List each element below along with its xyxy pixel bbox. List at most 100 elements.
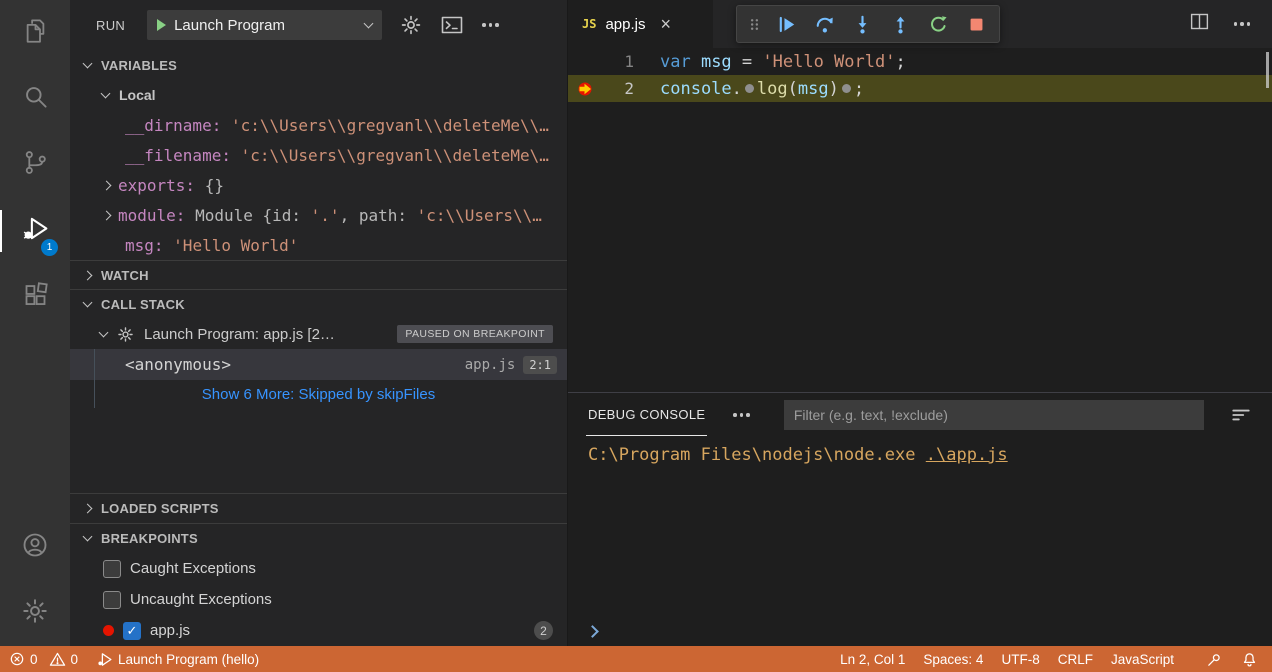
chevron-down-icon bbox=[101, 88, 111, 98]
line-number: 1 bbox=[602, 52, 634, 71]
debug-console-icon[interactable] bbox=[440, 13, 464, 37]
editor-area: JS app.js × bbox=[567, 0, 1272, 646]
source-control-icon bbox=[22, 149, 49, 181]
section-watch[interactable]: WATCH bbox=[70, 260, 567, 289]
paused-breakpoint-gutter[interactable] bbox=[568, 81, 602, 97]
breakpoint-uncaught-exceptions: Uncaught Exceptions bbox=[70, 584, 567, 615]
split-editor-icon[interactable] bbox=[1189, 11, 1210, 37]
warning-icon bbox=[49, 651, 66, 668]
variables-scope-local[interactable]: Local bbox=[70, 80, 567, 110]
activity-extensions[interactable] bbox=[0, 264, 70, 330]
activity-search[interactable] bbox=[0, 66, 70, 132]
frame-position-badge: 2:1 bbox=[523, 356, 557, 374]
breakpoint-dot-icon bbox=[103, 625, 114, 636]
launch-config-dropdown[interactable]: Launch Program bbox=[147, 10, 382, 40]
repl-prompt-icon bbox=[586, 625, 599, 638]
console-filter-input[interactable] bbox=[784, 400, 1204, 430]
indentation-status[interactable]: Spaces: 4 bbox=[914, 646, 992, 672]
pin-status[interactable] bbox=[1197, 646, 1232, 672]
console-output-file-link[interactable]: .\app.js bbox=[926, 445, 1008, 465]
section-call-stack[interactable]: CALL STACK bbox=[70, 289, 567, 319]
debug-toolbar bbox=[736, 5, 1000, 43]
status-bar-left: 0 0 Launch Program (hello) bbox=[0, 646, 268, 672]
close-tab-icon[interactable]: × bbox=[660, 15, 671, 33]
sidebar-empty-space bbox=[70, 408, 567, 493]
active-debug-session-status[interactable]: Launch Program (hello) bbox=[87, 646, 268, 672]
more-actions-icon[interactable] bbox=[482, 23, 499, 27]
language-mode-status[interactable]: JavaScript bbox=[1102, 646, 1183, 672]
editor-scrollbar-thumb[interactable] bbox=[1266, 52, 1269, 88]
inline-breakpoint-candidate-icon[interactable] bbox=[842, 84, 851, 93]
tab-debug-console[interactable]: DEBUG CONSOLE bbox=[586, 394, 707, 436]
breakpoint-line-badge: 2 bbox=[534, 621, 553, 640]
debug-session-count-badge: 1 bbox=[41, 239, 58, 256]
inline-breakpoint-candidate-icon[interactable] bbox=[745, 84, 754, 93]
panel-more-tabs-icon[interactable] bbox=[733, 413, 750, 417]
call-stack-session[interactable]: Launch Program: app.js [2… PAUSED ON BRE… bbox=[70, 319, 567, 349]
continue-button[interactable] bbox=[771, 9, 801, 39]
error-icon bbox=[9, 651, 25, 667]
frame-file-label: app.js bbox=[465, 357, 516, 373]
variable-dirname[interactable]: __dirname: 'c:\\Users\\gregvanl\\deleteM… bbox=[70, 110, 567, 140]
activity-settings[interactable] bbox=[0, 580, 70, 646]
appjs-breakpoint-checkbox[interactable]: ✓ bbox=[123, 622, 141, 640]
vscode-window: 1 bbox=[0, 0, 1272, 672]
step-out-button[interactable] bbox=[885, 9, 915, 39]
configure-gear-icon[interactable] bbox=[400, 14, 422, 36]
chevron-down-icon bbox=[99, 327, 109, 337]
encoding-status[interactable]: UTF-8 bbox=[992, 646, 1048, 672]
show-more-frames-link[interactable]: Show 6 More: Skipped by skipFiles bbox=[202, 386, 435, 403]
gear-icon bbox=[21, 597, 49, 630]
debug-session-icon bbox=[117, 326, 134, 343]
restart-button[interactable] bbox=[923, 9, 953, 39]
breakpoint-caught-exceptions: Caught Exceptions bbox=[70, 553, 567, 584]
tab-appjs[interactable]: JS app.js × bbox=[568, 0, 713, 48]
section-breakpoints[interactable]: BREAKPOINTS bbox=[70, 523, 567, 553]
section-loaded-scripts[interactable]: LOADED SCRIPTS bbox=[70, 493, 567, 523]
eol-status[interactable]: CRLF bbox=[1049, 646, 1102, 672]
variable-filename[interactable]: __filename: 'c:\\Users\\gregvanl\\delete… bbox=[70, 140, 567, 170]
variable-msg[interactable]: msg: 'Hello World' bbox=[70, 230, 567, 260]
more-editor-actions-icon[interactable] bbox=[1234, 22, 1251, 26]
breakpoint-appjs: ✓ app.js 2 bbox=[70, 615, 567, 646]
step-into-button[interactable] bbox=[847, 9, 877, 39]
activity-bar-spacer bbox=[0, 330, 70, 514]
toolbar-drag-handle[interactable] bbox=[745, 9, 763, 39]
code-editor[interactable]: 1 var msg = 'Hello World'; 2 console.log… bbox=[568, 48, 1272, 392]
paused-on-breakpoint-badge: PAUSED ON BREAKPOINT bbox=[397, 325, 553, 343]
debug-session-label: Launch Program (hello) bbox=[118, 652, 259, 667]
chevron-right-icon bbox=[83, 504, 93, 514]
run-panel-header: RUN Launch Program bbox=[70, 0, 567, 50]
variable-module[interactable]: module: Module {id: '.' , path: 'c:\\Use… bbox=[70, 200, 567, 230]
console-output-text: C:\Program Files\nodejs\node.exe bbox=[588, 445, 926, 465]
caught-exceptions-checkbox[interactable] bbox=[103, 560, 121, 578]
step-over-button[interactable] bbox=[809, 9, 839, 39]
files-icon bbox=[22, 17, 49, 49]
cursor-position-status[interactable]: Ln 2, Col 1 bbox=[831, 646, 914, 672]
account-icon bbox=[21, 531, 49, 564]
activity-source-control[interactable] bbox=[0, 132, 70, 198]
chevron-right-icon bbox=[102, 210, 112, 220]
activity-accounts[interactable] bbox=[0, 514, 70, 580]
line-number: 2 bbox=[602, 79, 634, 98]
search-icon bbox=[22, 83, 49, 115]
start-debugging-icon bbox=[157, 19, 166, 31]
activity-bar: 1 bbox=[0, 0, 70, 646]
error-count: 0 bbox=[30, 652, 38, 667]
chevron-down-icon bbox=[83, 58, 93, 68]
problems-status[interactable]: 0 0 bbox=[0, 646, 87, 672]
section-variables[interactable]: VARIABLES bbox=[70, 50, 567, 80]
chevron-down-icon bbox=[83, 532, 93, 542]
code-line-2-paused: 2 console.log(msg); bbox=[568, 75, 1272, 102]
uncaught-exceptions-checkbox[interactable] bbox=[103, 591, 121, 609]
filter-lines-icon[interactable] bbox=[1230, 404, 1252, 426]
editor-actions bbox=[1189, 0, 1272, 48]
variable-exports[interactable]: exports: {} bbox=[70, 170, 567, 200]
warning-count: 0 bbox=[71, 652, 79, 667]
notifications-status[interactable] bbox=[1232, 646, 1272, 672]
stack-frame-anonymous[interactable]: <anonymous> app.js 2:1 bbox=[70, 349, 567, 380]
activity-explorer[interactable] bbox=[0, 0, 70, 66]
stop-button[interactable] bbox=[961, 9, 991, 39]
console-input-row[interactable] bbox=[588, 627, 597, 636]
activity-run-and-debug[interactable]: 1 bbox=[0, 198, 70, 264]
